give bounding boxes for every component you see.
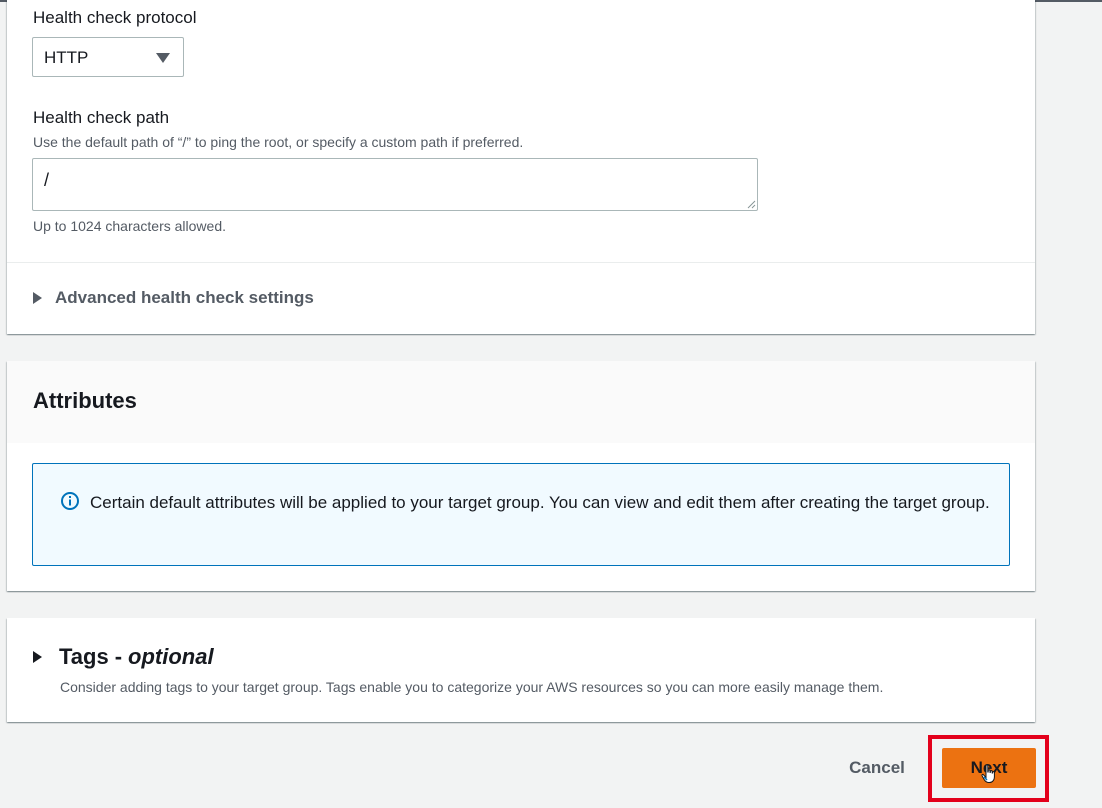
caret-right-icon	[33, 292, 42, 304]
advanced-health-check-settings-label: Advanced health check settings	[55, 288, 314, 307]
tags-description: Consider adding tags to your target grou…	[60, 679, 884, 695]
health-check-path-constraint: Up to 1024 characters allowed.	[33, 218, 226, 234]
health-check-panel: Health check protocol HTTP Health check …	[7, 0, 1035, 334]
tags-title-text: Tags	[59, 644, 109, 669]
health-check-path-value: /	[44, 170, 50, 190]
health-check-protocol-value: HTTP	[44, 48, 89, 67]
info-alert: Certain default attributes will be appli…	[32, 463, 1010, 566]
attributes-panel: Attributes Certain default attributes wi…	[7, 361, 1035, 591]
resize-handle-icon[interactable]	[746, 199, 756, 209]
tags-optional-label: optional	[128, 644, 214, 669]
caret-down-icon	[156, 53, 170, 63]
tags-panel: Tags - optional Consider adding tags to yo…	[7, 618, 1035, 722]
advanced-health-check-settings-toggle[interactable]: Advanced health check settings	[33, 288, 314, 308]
hand-cursor-icon	[981, 764, 995, 783]
info-alert-message: Certain default attributes will be appli…	[90, 493, 990, 512]
cancel-button[interactable]: Cancel	[830, 748, 924, 788]
tags-title: Tags - optional	[59, 644, 214, 670]
health-check-protocol-select[interactable]: HTTP	[32, 37, 184, 77]
health-check-path-description: Use the default path of “/” to ping the …	[33, 134, 524, 150]
tags-title-separator: -	[114, 644, 123, 669]
section-divider	[7, 262, 1035, 263]
health-check-path-label: Health check path	[33, 108, 170, 127]
caret-right-icon	[33, 651, 42, 663]
health-check-protocol-label: Health check protocol	[33, 8, 197, 27]
tags-toggle[interactable]: Tags - optional	[33, 644, 214, 670]
info-icon	[61, 492, 79, 510]
attributes-title: Attributes	[33, 388, 137, 413]
health-check-path-input[interactable]: /	[32, 158, 758, 211]
attributes-header: Attributes	[7, 361, 1035, 443]
